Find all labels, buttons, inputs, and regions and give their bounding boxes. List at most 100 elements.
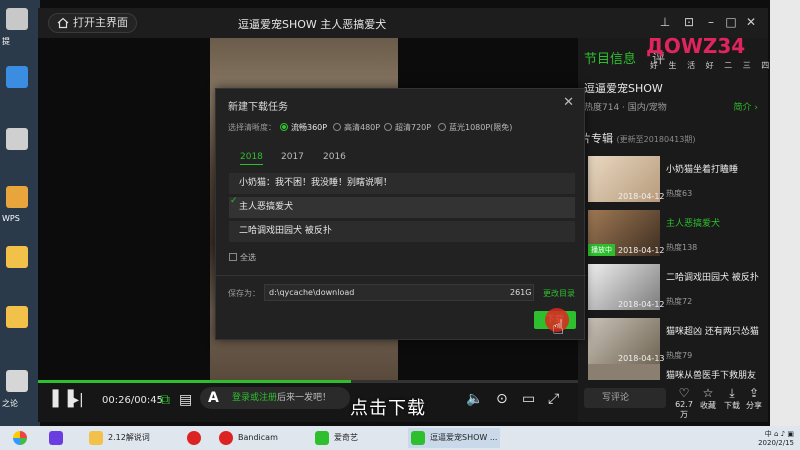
login-link[interactable]: 登录或注册 <box>232 393 277 403</box>
episode-option[interactable]: 小奶猫：我不困！我没睡！别瞎说啊！ <box>229 173 575 194</box>
desktop-label: 提 <box>2 37 10 46</box>
download-dialog: 新建下载任务 ✕ 选择清晰度： 流畅360P 高清480P 超清720P 蓝光1… <box>215 88 586 340</box>
episode-title: 二哈调戏田园犬 被反扑 <box>666 273 759 283</box>
desktop-icon[interactable] <box>6 128 28 150</box>
next-icon[interactable]: ▸| <box>72 392 84 408</box>
login-suffix: 后来一发吧！ <box>277 393 332 403</box>
episode-option[interactable]: 二哈调戏田园犬 被反扑 <box>229 221 575 242</box>
desktop-icon[interactable] <box>6 66 28 88</box>
now-playing-badge: 播放中 <box>588 244 615 256</box>
pin-icon[interactable]: ⊥ <box>658 15 672 29</box>
quality-option-label: 流畅360P <box>291 123 328 132</box>
list-item[interactable]: 猫咪从兽医手下救朋友 <box>588 364 763 380</box>
video-app-icon <box>49 431 63 445</box>
volume-icon[interactable]: 🔈 <box>466 391 483 407</box>
watermark-logo-sub: 好 生 活 好 二 三 四 <box>650 61 774 70</box>
start-button[interactable] <box>10 428 34 448</box>
danmaku-icon: A <box>208 390 219 406</box>
change-directory-link[interactable]: 更改目录 <box>543 288 575 299</box>
mini-mode-icon[interactable]: ⊡ <box>682 15 696 29</box>
episode-heat: 热度138 <box>666 243 698 252</box>
divider <box>216 275 586 276</box>
quality-option-1080p[interactable]: 蓝光1080P(限免) <box>438 122 512 133</box>
episode-title: 猫咪从兽医手下救朋友 <box>666 371 757 380</box>
episode-option-label: 小奶猫：我不困！我没睡！别瞎说啊！ <box>239 178 393 188</box>
sidebar-action-bar: 写评论 ♡ 62.7万 ☆ 收藏 ⤓ 下载 ⇪ 分享 <box>578 382 768 422</box>
share-button[interactable]: ⇪ 分享 <box>742 386 766 411</box>
taskbar: 2.12解说词 Bandicam 爱奇艺 逗逼爱宠SHOW ... 中 ⌂ ♪ … <box>0 426 800 450</box>
quality-option-720p[interactable]: 超清720P <box>384 122 431 133</box>
intro-link[interactable]: 简介 › <box>734 100 758 113</box>
show-name: 逗逼爱宠SHOW <box>584 82 663 95</box>
playlist-icon[interactable]: ▤ <box>179 392 192 408</box>
list-item[interactable]: 2018-04-12 小奶猫坐着打瞌睡 热度63 <box>588 156 763 204</box>
quality-option-480p[interactable]: 高清480P <box>333 122 380 133</box>
episode-title: 小奶猫坐着打瞌睡 <box>666 165 739 175</box>
record-icon <box>187 431 201 445</box>
list-item[interactable]: 播放中 2018-04-12 主人恶搞爱犬 热度138 <box>588 210 763 258</box>
episode-title: 猫咪超凶 还有两只怂猫 <box>666 327 759 337</box>
taskbar-label: 2.12解说词 <box>108 433 150 442</box>
desktop-icon[interactable] <box>6 370 28 392</box>
favorite-button[interactable]: ☆ 收藏 <box>696 386 720 411</box>
checkbox-icon <box>229 253 237 261</box>
fullscreen-icon[interactable]: ⤢ <box>548 391 559 407</box>
taskbar-item-record[interactable] <box>184 428 210 448</box>
save-path-field[interactable]: d:\qycache\download <box>264 284 534 301</box>
taskbar-item-player[interactable]: 逗逼爱宠SHOW ... <box>408 428 500 448</box>
tab-year-2016[interactable]: 2016 <box>323 152 346 162</box>
select-all-checkbox[interactable]: 全选 <box>229 252 256 263</box>
taskbar-item-iqiyi[interactable]: 爱奇艺 <box>312 428 402 448</box>
close-icon[interactable]: ✕ <box>563 95 574 110</box>
progress-bar[interactable] <box>38 380 578 383</box>
theater-icon[interactable]: ▭ <box>522 391 535 407</box>
taskbar-item-bandicam[interactable]: Bandicam <box>216 428 306 448</box>
desktop-icon[interactable] <box>6 246 28 268</box>
quality-option-360p[interactable]: 流畅360P <box>280 122 327 133</box>
home-icon <box>57 17 69 29</box>
quality-option-label: 超清720P <box>395 123 432 132</box>
close-icon[interactable]: ✕ <box>744 15 758 29</box>
taskbar-item-folder[interactable]: 2.12解说词 <box>86 428 178 448</box>
show-heat: 热度714 · 国内/宠物 <box>584 103 667 113</box>
danmaku-input[interactable]: A 登录或注册后来一发吧！ <box>200 387 350 409</box>
quality-option-label: 蓝光1080P(限免) <box>449 123 513 132</box>
episode-heat: 热度63 <box>666 189 693 198</box>
minimize-icon[interactable]: – <box>704 15 718 29</box>
desktop-icon[interactable] <box>6 306 28 328</box>
episode-option[interactable]: ✓ 主人恶搞爱犬 <box>229 196 575 218</box>
screenshot-icon[interactable]: ⧉ <box>160 392 170 408</box>
desktop-icon[interactable] <box>6 186 28 208</box>
list-item[interactable]: 2018-04-12 二哈调戏田园犬 被反扑 热度72 <box>588 264 763 312</box>
episode-date: 2018-04-12 <box>618 300 665 309</box>
desktop-label: WPS <box>2 214 20 223</box>
desktop-left: 提 WPS 之论 <box>0 0 40 426</box>
taskbar-label: Bandicam <box>238 433 278 442</box>
settings-icon[interactable]: ⊙ <box>496 391 508 407</box>
comment-input[interactable]: 写评论 <box>584 388 666 408</box>
comment-placeholder: 写评论 <box>602 393 630 403</box>
tab-program-info[interactable]: 节目信息 <box>584 48 636 67</box>
open-main-button[interactable]: 打开主界面 <box>48 13 137 33</box>
open-main-label: 打开主界面 <box>73 16 128 29</box>
tab-year-2017[interactable]: 2017 <box>281 152 304 162</box>
download-button[interactable]: ⤓ 下载 <box>720 386 744 411</box>
screen: 提 WPS 之论 打开主界面 逗逼爱宠SHOW 主人恶搞爱犬 ⊥ ⊡ – □ ✕ <box>0 0 800 450</box>
list-item[interactable]: 2018-04-13 猫咪超凶 还有两只怂猫 热度79 <box>588 318 763 366</box>
free-space: 261G <box>510 288 532 297</box>
sidebar: 节目信息 评 逗逼爱宠SHOW 热度714 · 国内/宠物 简介 › 片专辑 (… <box>578 38 768 422</box>
watermark-logo: ДOWZ34 <box>646 34 746 58</box>
subtitle-overlay: 点击下载 <box>350 398 426 419</box>
episode-date: 2018-04-12 <box>618 192 665 201</box>
episode-heat: 热度72 <box>666 297 693 306</box>
tab-year-2018[interactable]: 2018 <box>240 152 263 165</box>
system-tray[interactable]: 中 ⌂ ♪ ▣ 2020/2/15 <box>758 429 794 447</box>
desktop-icon[interactable] <box>6 8 28 30</box>
quality-option-label: 高清480P <box>344 123 381 132</box>
taskbar-app[interactable] <box>46 428 72 448</box>
like-button[interactable]: ♡ 62.7万 <box>672 386 696 420</box>
like-count: 62.7万 <box>675 400 693 419</box>
album-note: (更新至20180413期) <box>616 135 696 144</box>
maximize-icon[interactable]: □ <box>724 15 738 29</box>
radio-icon <box>438 123 446 131</box>
